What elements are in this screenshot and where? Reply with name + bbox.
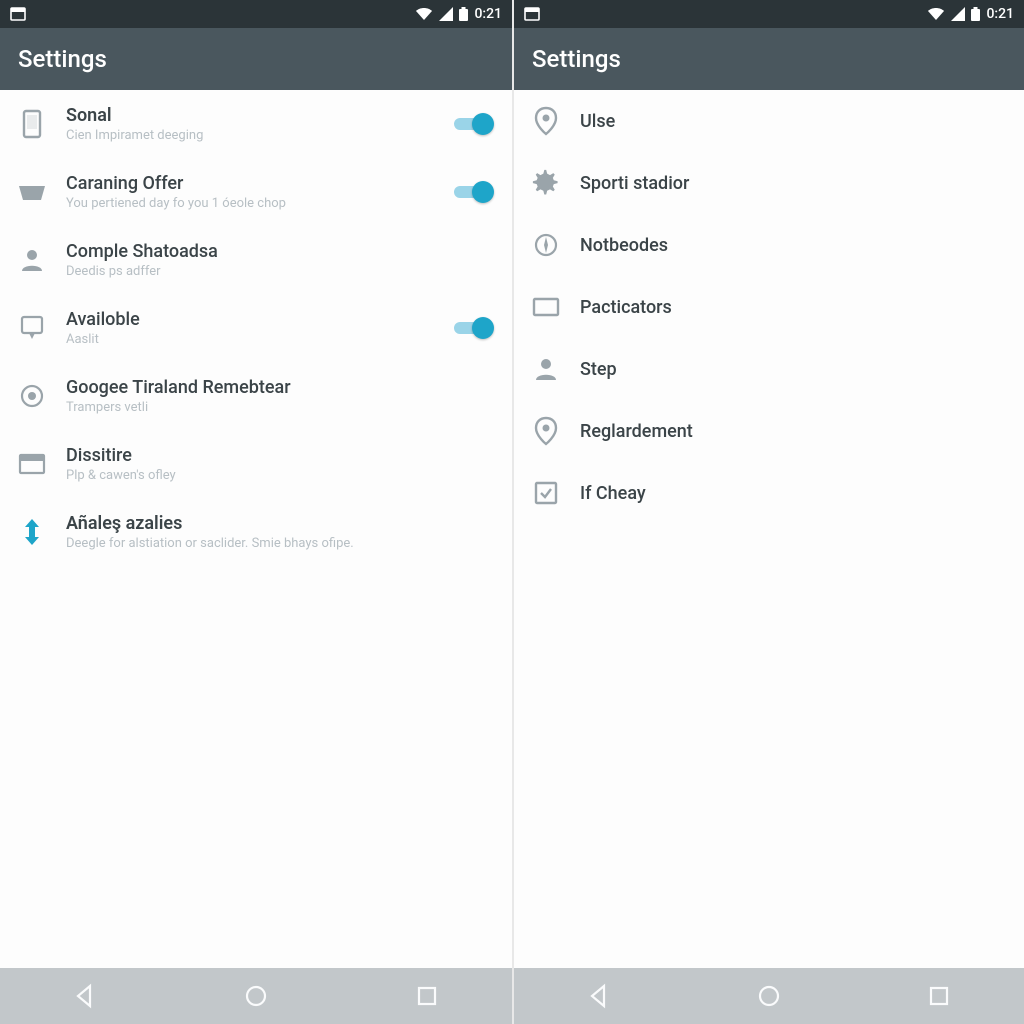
- item-sub: Deedis ps adffer: [66, 264, 494, 279]
- item-title: Comple Shatoadsa: [66, 241, 494, 262]
- nav-home[interactable]: [729, 976, 809, 1016]
- settings-item-comple[interactable]: Comple Shatoadsa Deedis ps adffer: [0, 226, 512, 294]
- chat-icon: [14, 310, 50, 346]
- item-sub: Plp & cawen's ofley: [66, 468, 494, 483]
- item-sub: Trampers vetli: [66, 400, 494, 415]
- item-title: Dissitire: [66, 445, 494, 466]
- settings-item-reglardement[interactable]: Reglardement: [514, 400, 1024, 462]
- settings-item-caraning[interactable]: Caraning Offer You pertiened day fo you …: [0, 158, 512, 226]
- cell-signal-icon: [439, 7, 453, 21]
- cell-signal-icon: [951, 7, 965, 21]
- item-title: Ulse: [580, 111, 1006, 132]
- settings-item-ifcheay[interactable]: If Cheay: [514, 462, 1024, 524]
- item-title: Step: [580, 359, 1006, 380]
- settings-item-sporti[interactable]: Sporti stadior: [514, 152, 1024, 214]
- item-title: Caraning Offer: [66, 173, 436, 194]
- item-title: Googee Tiraland Remebtear: [66, 377, 494, 398]
- settings-item-googee[interactable]: Googee Tiraland Remebtear Trampers vetli: [0, 362, 512, 430]
- app-bar-title: Settings: [532, 45, 621, 73]
- settings-item-step[interactable]: Step: [514, 338, 1024, 400]
- compass-icon: [528, 227, 564, 263]
- checkbox-icon: [528, 475, 564, 511]
- nav-bar: [514, 968, 1024, 1024]
- status-clock: 0:21: [474, 6, 502, 22]
- settings-list: Sonal Cien Impiramet deeging Caraning Of…: [0, 90, 512, 968]
- phone-left: 0:21 Settings Sonal Cien Impiramet deegi…: [0, 0, 512, 1024]
- item-title: Pacticators: [580, 297, 1006, 318]
- wifi-icon: [415, 7, 433, 21]
- nav-recent[interactable]: [899, 976, 979, 1016]
- settings-item-availoble[interactable]: Availoble Aaslit: [0, 294, 512, 362]
- panel-icon: [14, 446, 50, 482]
- item-sub: Cien Impiramet deeging: [66, 128, 436, 143]
- item-title: Sporti stadior: [580, 173, 1006, 194]
- item-sub: You pertiened day fo you 1 óeole chop: [66, 196, 436, 211]
- battery-icon: [459, 7, 468, 21]
- status-clock: 0:21: [986, 6, 1014, 22]
- settings-item-sonal[interactable]: Sonal Cien Impiramet deeging: [0, 90, 512, 158]
- app-bar: Settings: [0, 28, 512, 90]
- settings-item-dissitire[interactable]: Dissitire Plp & cawen's ofley: [0, 430, 512, 498]
- nav-bar: [0, 968, 512, 1024]
- app-indicator-icon: [10, 7, 26, 21]
- up-down-icon: [14, 514, 50, 550]
- settings-list: Ulse Sporti stadior Notbeodes Pacticator…: [514, 90, 1024, 968]
- toggle-sonal[interactable]: [452, 112, 494, 136]
- item-title: Reglardement: [580, 421, 1006, 442]
- app-bar-title: Settings: [18, 45, 107, 73]
- item-title: Añaleş azalies: [66, 513, 494, 534]
- nav-home[interactable]: [216, 976, 296, 1016]
- location-pin-icon: [528, 103, 564, 139]
- person-icon: [528, 351, 564, 387]
- status-bar: 0:21: [514, 0, 1024, 28]
- item-title: Sonal: [66, 105, 436, 126]
- person-icon: [14, 242, 50, 278]
- battery-icon: [971, 7, 980, 21]
- nav-back[interactable]: [45, 976, 125, 1016]
- item-title: Notbeodes: [580, 235, 1006, 256]
- nav-recent[interactable]: [387, 976, 467, 1016]
- gear-icon: [528, 165, 564, 201]
- app-indicator-icon: [524, 7, 540, 21]
- settings-item-ulse[interactable]: Ulse: [514, 90, 1024, 152]
- wifi-icon: [927, 7, 945, 21]
- item-title: If Cheay: [580, 483, 1006, 504]
- settings-item-pacticators[interactable]: Pacticators: [514, 276, 1024, 338]
- device-icon: [14, 106, 50, 142]
- rectangle-icon: [528, 289, 564, 325]
- item-sub: Deegle for alstiation or saclider. Smie …: [66, 536, 494, 551]
- folder-icon: [14, 174, 50, 210]
- target-icon: [14, 378, 50, 414]
- location-pin-icon: [528, 413, 564, 449]
- toggle-availoble[interactable]: [452, 316, 494, 340]
- settings-item-anales[interactable]: Añaleş azalies Deegle for alstiation or …: [0, 498, 512, 566]
- app-bar: Settings: [514, 28, 1024, 90]
- phone-right: 0:21 Settings Ulse Sporti stadior: [512, 0, 1024, 1024]
- settings-item-notbeodes[interactable]: Notbeodes: [514, 214, 1024, 276]
- item-sub: Aaslit: [66, 332, 436, 347]
- status-bar: 0:21: [0, 0, 512, 28]
- item-title: Availoble: [66, 309, 436, 330]
- toggle-caraning[interactable]: [452, 180, 494, 204]
- nav-back[interactable]: [559, 976, 639, 1016]
